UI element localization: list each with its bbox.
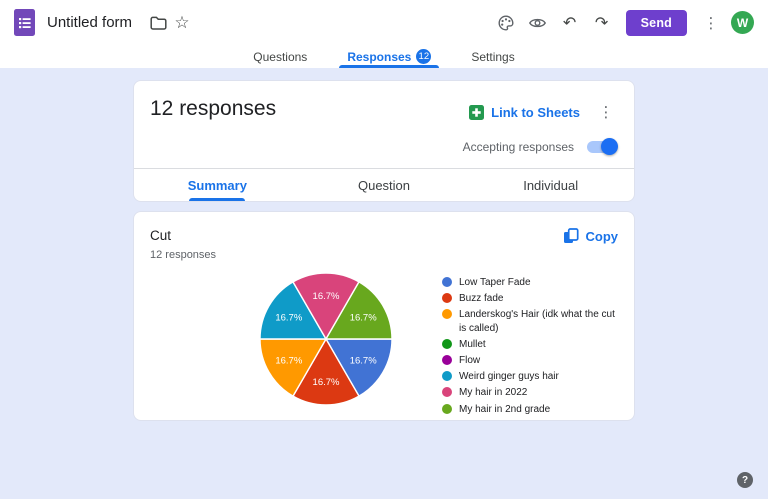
legend-color-dot — [442, 309, 452, 320]
responses-header-card: 12 responses Link to Sheets ⋮ Accepting … — [133, 80, 635, 202]
active-tab-indicator — [339, 65, 440, 68]
question-response-count: 12 responses — [150, 249, 217, 261]
pie-slice-label: 16.7% — [350, 313, 377, 324]
subtab-question[interactable]: Question — [301, 169, 468, 201]
response-view-tabs: Summary Question Individual — [134, 169, 634, 201]
legend-label: My hair in 2nd grade — [459, 403, 551, 415]
active-subtab-indicator — [189, 198, 246, 201]
accepting-responses-label: Accepting responses — [462, 139, 574, 154]
help-button[interactable]: ? — [737, 472, 753, 488]
question-chart-card: Cut 12 responses Copy 16.7% 16.7% 16.7% 16.… — [133, 211, 635, 421]
undo-icon[interactable]: ↶ — [558, 11, 582, 35]
main-tab-bar: Questions Responses 12 Settings — [0, 45, 768, 68]
legend-item: Buzz fade — [442, 292, 618, 305]
legend-item: Mullet — [442, 338, 618, 351]
copy-icon — [563, 228, 579, 243]
google-forms-logo-icon[interactable] — [14, 9, 35, 36]
legend-item: My hair in 2nd grade — [442, 403, 618, 416]
subtab-individual[interactable]: Individual — [467, 169, 634, 201]
tab-questions[interactable]: Questions — [245, 45, 315, 68]
send-button[interactable]: Send — [625, 9, 687, 36]
legend-label: Flow — [459, 354, 481, 366]
tab-settings[interactable]: Settings — [463, 45, 522, 68]
legend-label: Buzz fade — [459, 293, 504, 305]
card-more-options-icon[interactable]: ⋮ — [594, 100, 618, 124]
app-bar: Untitled form ☆ ↶ ↷ Send ⋮ W — [0, 0, 768, 45]
accepting-responses-toggle[interactable] — [586, 138, 618, 155]
pie-chart-container: 16.7% 16.7% 16.7% 16.7% 16.7% 16.7% — [254, 267, 398, 416]
question-title: Cut — [150, 228, 172, 243]
subtab-summary[interactable]: Summary — [134, 169, 301, 201]
redo-icon[interactable]: ↷ — [590, 11, 614, 35]
sheets-icon — [469, 104, 485, 120]
legend-color-dot — [442, 354, 452, 365]
form-title: Untitled form — [47, 14, 133, 31]
legend-item: Weird ginger guys hair — [442, 370, 618, 383]
star-icon[interactable]: ☆ — [170, 11, 194, 35]
preview-eye-icon[interactable] — [526, 11, 550, 35]
copy-chart-button[interactable]: Copy — [563, 228, 618, 244]
pie-slice-label: 16.7% — [313, 377, 340, 388]
legend-label: Landerskog's Hair (idk what the cut is c… — [459, 309, 615, 334]
account-avatar[interactable]: W — [731, 11, 754, 34]
legend-color-dot — [442, 371, 452, 382]
pie-slice-label: 16.7% — [275, 356, 302, 367]
pie-slice-label: 16.7% — [275, 313, 302, 324]
responses-count-badge: 12 — [416, 49, 432, 64]
link-to-sheets-button[interactable]: Link to Sheets — [469, 104, 580, 120]
legend-item: Landerskog's Hair (idk what the cut is c… — [442, 308, 618, 334]
legend-color-dot — [442, 387, 452, 398]
legend-color-dot — [442, 293, 452, 304]
pie-chart: 16.7% 16.7% 16.7% 16.7% 16.7% 16.7% — [259, 272, 393, 406]
tab-responses[interactable]: Responses 12 — [339, 45, 440, 68]
chart-legend: Low Taper Fade Buzz fade Landerskog's Hair… — [442, 276, 618, 419]
more-options-icon[interactable]: ⋮ — [699, 11, 723, 35]
pie-slice-label: 16.7% — [313, 291, 340, 302]
legend-label: Low Taper Fade — [459, 277, 531, 288]
legend-item: My hair in 2022 — [442, 386, 618, 399]
legend-label: Mullet — [459, 338, 486, 350]
pie-slice-label: 16.7% — [350, 356, 377, 367]
legend-label: Weird ginger guys hair — [459, 371, 559, 383]
customize-theme-icon[interactable] — [494, 11, 518, 35]
legend-item: Flow — [442, 354, 618, 367]
legend-color-dot — [442, 338, 452, 349]
responses-count-title: 12 responses — [150, 97, 277, 120]
legend-label: My hair in 2022 — [459, 387, 528, 399]
legend-color-dot — [442, 403, 452, 414]
legend-color-dot — [442, 277, 452, 287]
legend-item: Low Taper Fade — [442, 276, 618, 289]
content-area: 12 responses Link to Sheets ⋮ Accepting … — [133, 80, 635, 421]
move-to-folder-icon[interactable] — [146, 11, 170, 35]
